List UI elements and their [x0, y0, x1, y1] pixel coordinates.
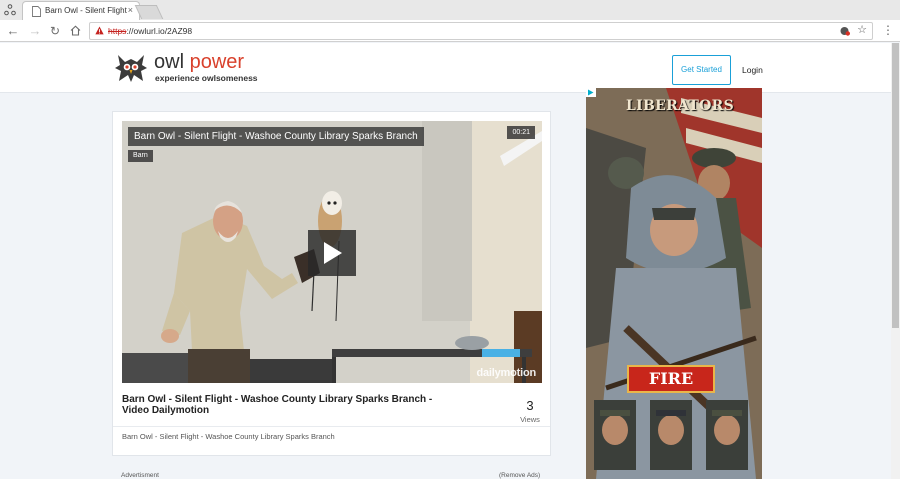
video-duration: 00:21: [507, 126, 535, 139]
extension-icon[interactable]: [840, 26, 850, 36]
logo-tagline: experience owlsomeness: [155, 73, 258, 83]
video-title[interactable]: Barn Owl - Silent Flight - Washoe County…: [122, 394, 452, 416]
browser-tab-strip: Barn Owl - Silent Flight ×: [0, 0, 900, 20]
video-overlay-title: Barn Owl - Silent Flight - Washoe County…: [128, 127, 424, 146]
warning-icon[interactable]: [95, 26, 104, 35]
site-header: owl power experience owlsomeness Get Sta…: [0, 43, 891, 93]
video-description: Barn Owl - Silent Flight - Washoe County…: [122, 432, 335, 441]
star-icon[interactable]: ☆: [857, 24, 867, 36]
get-started-button[interactable]: Get Started: [672, 55, 731, 85]
dailymotion-watermark: dailymotion: [476, 367, 536, 379]
arrow-left-icon[interactable]: ←: [5, 23, 21, 39]
arrow-right-icon[interactable]: →: [27, 23, 43, 39]
address-bar[interactable]: https://owlurl.io/2AZ98 ☆: [89, 22, 873, 40]
tab-close-button[interactable]: ×: [128, 5, 133, 15]
browser-toolbar: ← → ↻ https://owlurl.io/2AZ98 ☆ ⋮: [0, 20, 900, 42]
divider: [113, 426, 550, 427]
ad-label-bottom: Advertisment: [121, 472, 159, 479]
ad-headline: LIBERATORS: [626, 98, 734, 114]
reload-icon[interactable]: ↻: [47, 23, 63, 39]
login-link[interactable]: Login: [742, 65, 763, 75]
remove-ads-link-bottom[interactable]: (Remove Ads): [499, 472, 540, 479]
page-scrollbar[interactable]: [891, 43, 900, 479]
browser-tab[interactable]: Barn Owl - Silent Flight ×: [22, 1, 140, 20]
kebab-menu-icon[interactable]: ⋮: [882, 24, 894, 37]
page-icon: [32, 6, 41, 17]
home-icon[interactable]: [67, 23, 83, 39]
video-card: Barn Owl - Silent Flight - Washoe County…: [112, 111, 551, 456]
apps-icon[interactable]: [4, 4, 16, 16]
adchoices-icon[interactable]: [586, 88, 596, 97]
url-text: https://owlurl.io/2AZ98: [108, 26, 193, 36]
views-label: Views: [520, 415, 540, 424]
logo-text[interactable]: owl power: [154, 52, 244, 72]
play-icon[interactable]: [308, 230, 356, 276]
video-tag[interactable]: Barn: [128, 150, 153, 162]
video-player[interactable]: Barn Owl - Silent Flight - Washoe County…: [122, 121, 542, 383]
ad-fire-button[interactable]: FIRE: [627, 365, 715, 393]
tab-title: Barn Owl - Silent Flight: [45, 6, 127, 15]
ad-artwork: [586, 88, 762, 479]
scrollbar-thumb[interactable]: [892, 43, 899, 328]
ad-banner[interactable]: LIBERATORS FIRE: [586, 88, 762, 479]
views-count: 3: [526, 398, 534, 413]
owl-logo-icon[interactable]: [114, 53, 148, 83]
